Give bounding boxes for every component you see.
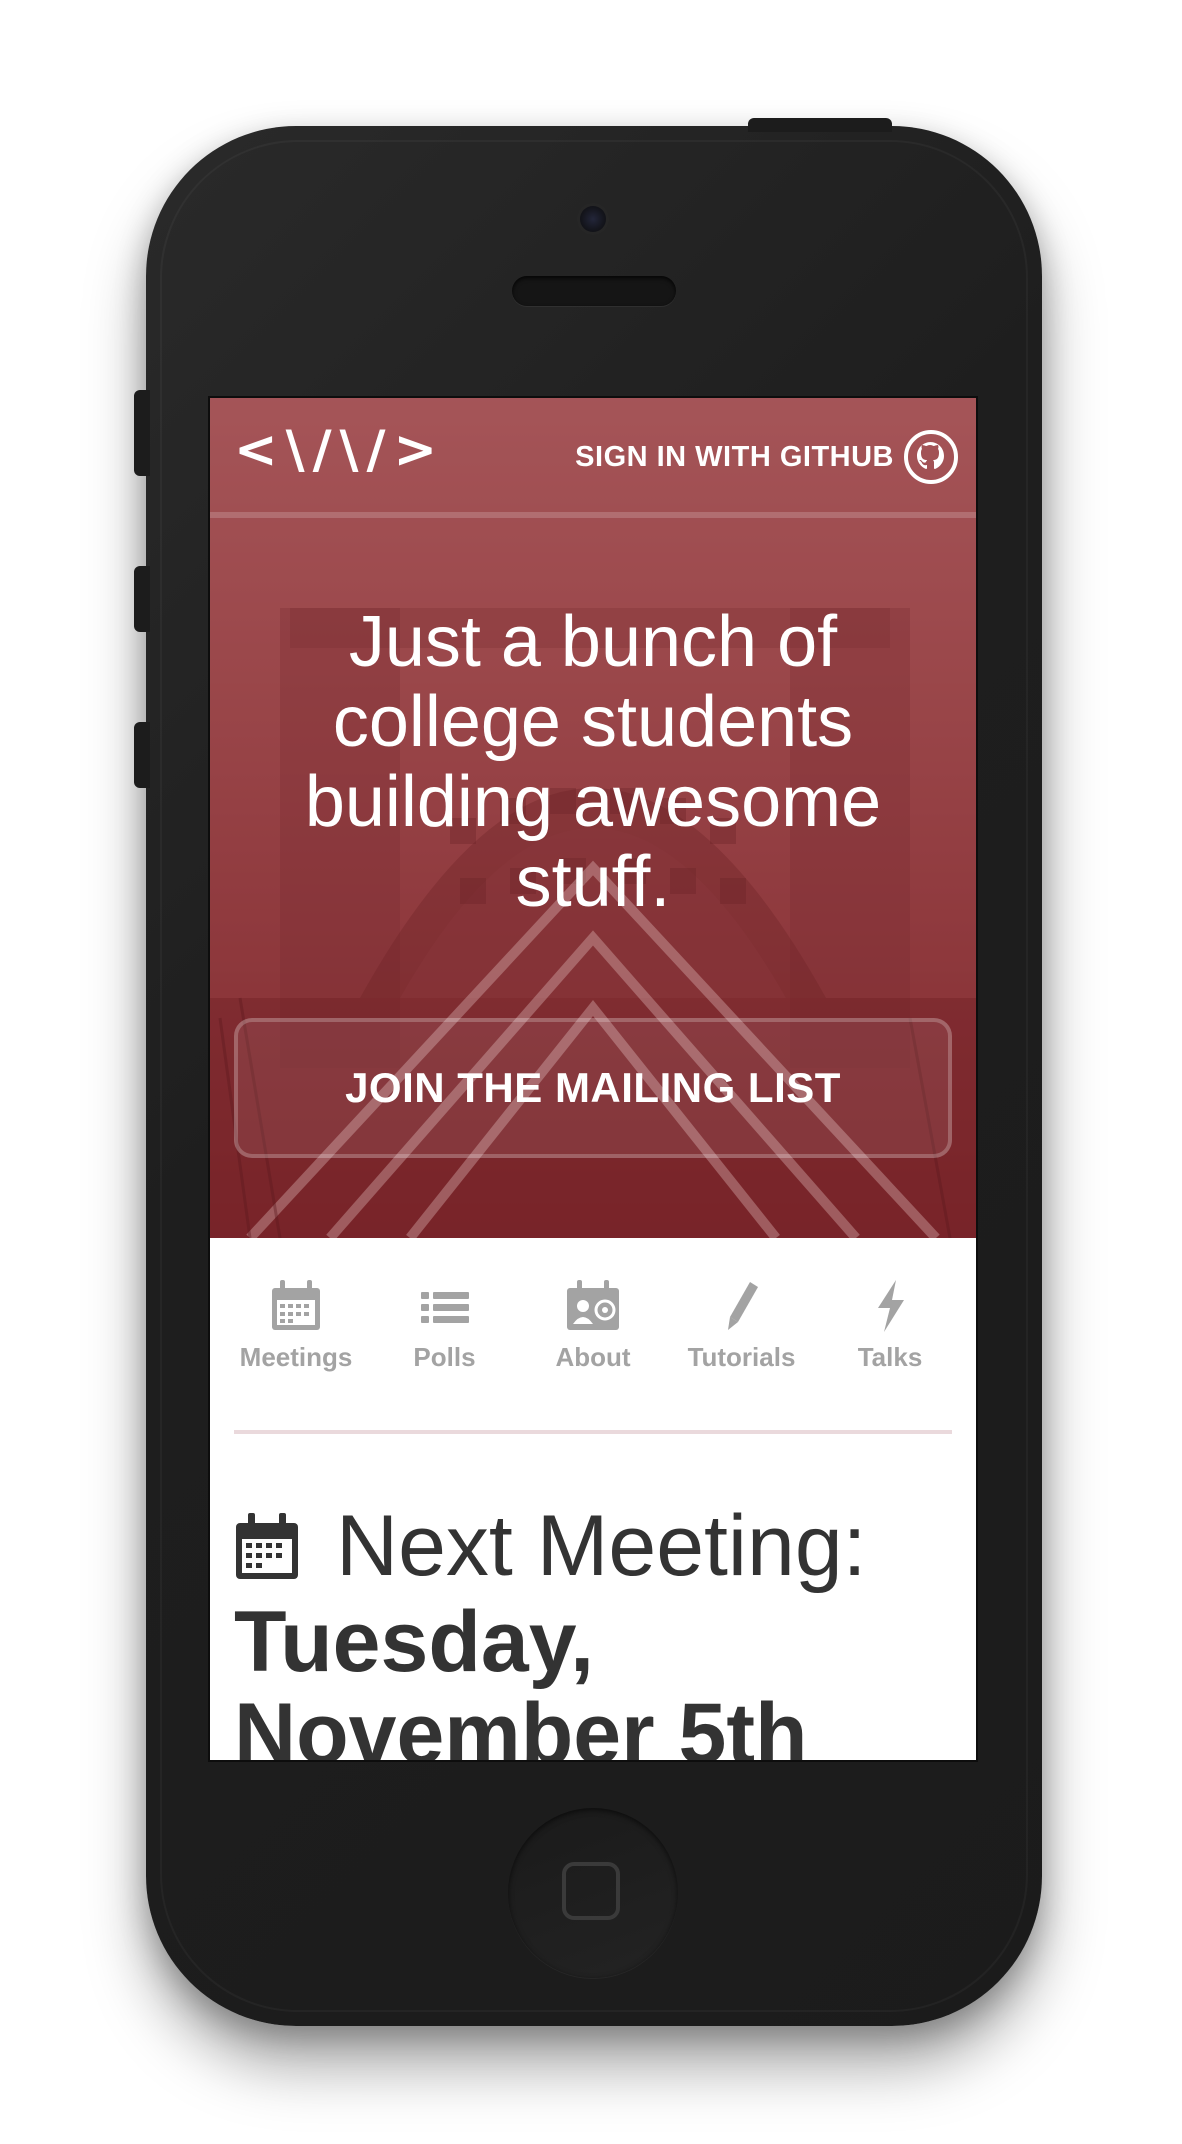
power-button [748, 118, 892, 132]
lightning-icon [878, 1280, 904, 1332]
tab-label: Polls [413, 1342, 476, 1372]
tab-about[interactable]: About [533, 1278, 653, 1388]
calendar-icon [272, 1280, 320, 1330]
volume-up-button [134, 566, 150, 632]
tab-label: About [555, 1342, 631, 1372]
pencil-icon [727, 1282, 758, 1330]
tab-tutorials[interactable]: Tutorials [682, 1278, 802, 1388]
site-logo[interactable]: <\/\/> [234, 424, 445, 476]
phone-screen: <\/\/> SIGN IN WITH GITHUB Just a bunch … [208, 396, 978, 1762]
hero-banner: <\/\/> SIGN IN WITH GITHUB Just a bunch … [210, 398, 976, 1238]
tab-label: Meetings [239, 1342, 353, 1372]
section-tabs: Meetings Polls About Tutorials Talks [210, 1278, 976, 1388]
earpiece-speaker [512, 276, 676, 306]
next-meeting-heading: Next Meeting: [336, 1498, 867, 1594]
next-meeting-heading-row: Next Meeting: [234, 1498, 974, 1594]
front-camera [580, 206, 606, 232]
tab-label: Tutorials [687, 1342, 796, 1372]
device-mockup-stage: <\/\/> SIGN IN WITH GITHUB Just a bunch … [0, 0, 1182, 2144]
next-meeting-date: Tuesday, November 5th [234, 1594, 808, 1762]
top-navbar: <\/\/> SIGN IN WITH GITHUB [210, 398, 976, 518]
join-mailing-list-button[interactable]: JOIN THE MAILING LIST [234, 1018, 952, 1158]
tab-talks[interactable]: Talks [830, 1278, 950, 1388]
hero-tagline: Just a bunch of college students buildin… [304, 602, 882, 922]
tab-polls[interactable]: Polls [385, 1278, 505, 1388]
tab-label: Talks [857, 1342, 923, 1372]
signin-github-button[interactable]: SIGN IN WITH GITHUB [575, 430, 958, 484]
list-icon [420, 1292, 469, 1323]
section-divider [234, 1430, 952, 1434]
github-icon [904, 430, 958, 484]
volume-down-button [134, 722, 150, 788]
mute-switch [134, 390, 150, 476]
tab-meetings[interactable]: Meetings [236, 1278, 356, 1388]
home-button[interactable] [508, 1808, 678, 1978]
signin-label: SIGN IN WITH GITHUB [575, 440, 894, 473]
contact-card-icon [567, 1280, 619, 1330]
next-meeting-section: Next Meeting: Tuesday, November 5th [234, 1498, 974, 1762]
calendar-icon [236, 1513, 298, 1579]
home-square-icon [562, 1862, 620, 1920]
